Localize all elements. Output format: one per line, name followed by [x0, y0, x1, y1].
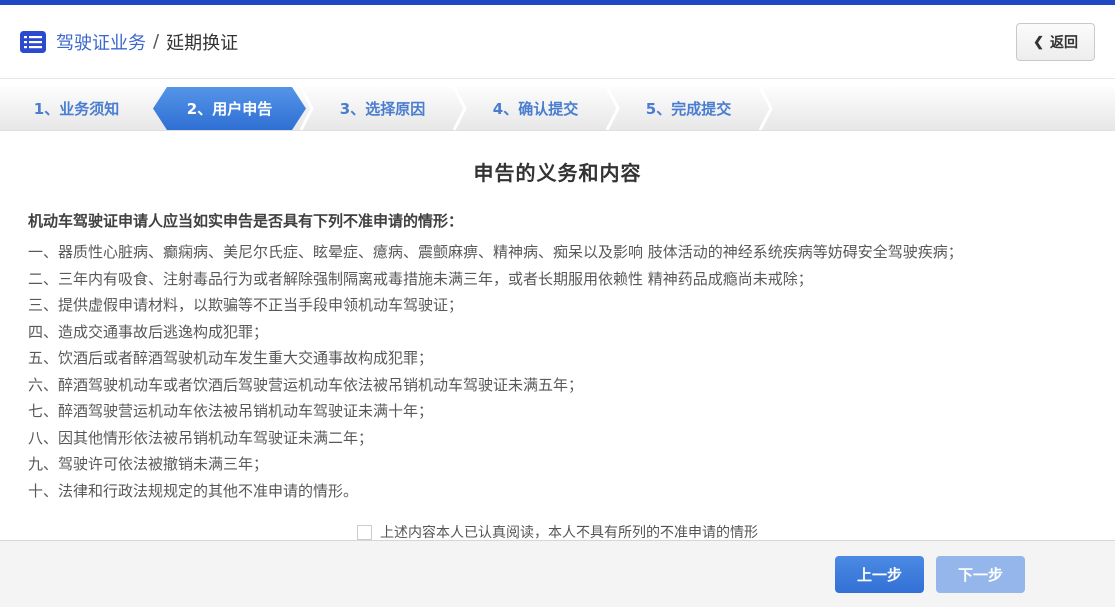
- rule-item-3: 三、提供虚假申请材料，以欺骗等不正当手段申领机动车驾驶证；: [28, 296, 464, 314]
- page-header: 驾驶证业务 / 延期换证 ❮ 返回: [0, 5, 1115, 79]
- step-separator-icon: [299, 87, 314, 130]
- step-separator-icon: [452, 87, 467, 130]
- step-label: 1、业务须知: [33, 100, 120, 118]
- rule-item-2: 二、三年内有吸食、注射毒品行为或者解除强制隔离戒毒措施未满三年，或者长期服用依赖…: [28, 269, 813, 288]
- step-4-confirm-submit: 4、确认提交: [452, 87, 612, 130]
- rule-item-4: 四、造成交通事故后逃逸构成犯罪；: [28, 322, 269, 341]
- declaration-intro: 机动车驾驶证申请人应当如实申告是否具有下列不准申请的情形：: [28, 212, 464, 230]
- back-button[interactable]: ❮ 返回: [1016, 22, 1095, 61]
- rule-list: 一、器质性心脏病、癫痫病、美尼尔氏症、眩晕症、癔病、震颤麻痹、精神病、痴呆以及影…: [28, 239, 1087, 504]
- rule-item-6: 六、醉酒驾驶机动车或者饮酒后驾驶营运机动车依法被吊销机动车驾驶证未满五年；: [28, 375, 584, 394]
- step-separator-icon: [758, 87, 773, 130]
- rule-item-9: 九、驾驶许可依法被撤销未满三年；: [28, 455, 269, 473]
- step-progress-bar: 1、业务须知 2、用户申告 3、选择原因 4、确认提交 5、完成提交: [0, 87, 1115, 131]
- step-5-finish-submit: 5、完成提交: [605, 87, 765, 130]
- rule-item-7: 七、醉酒驾驶营运机动车依法被吊销机动车驾驶证未满十年；: [28, 402, 434, 420]
- breadcrumb-business-link[interactable]: 驾驶证业务: [56, 29, 146, 55]
- breadcrumb-separator: /: [153, 31, 160, 52]
- rule-item-10: 十、法律和行政法规规定的其他不准申请的情形。: [28, 481, 359, 500]
- rule-item-5: 五、饮酒后或者醉酒驾驶机动车发生重大交通事故构成犯罪；: [28, 349, 434, 367]
- footer-action-bar: 上一步 下一步: [0, 540, 1115, 607]
- step-1-business-notice: 1、业务须知: [0, 87, 153, 130]
- breadcrumb-current: 延期换证: [166, 32, 239, 54]
- back-button-label: 返回: [1050, 33, 1078, 50]
- declaration-content: 申告的义务和内容 机动车驾驶证申请人应当如实申告是否具有下列不准申请的情形： 一…: [0, 157, 1115, 542]
- declaration-checkbox[interactable]: [357, 524, 372, 540]
- breadcrumb: 驾驶证业务 / 延期换证: [56, 29, 238, 55]
- confirm-row: 上述内容本人已认真阅读，本人不具有所列的不准申请的情形: [28, 522, 1087, 542]
- step-3-select-reason: 3、选择原因: [299, 87, 459, 130]
- step-label: 2、用户申告: [186, 100, 273, 118]
- step-label: 5、完成提交: [645, 100, 732, 118]
- rule-item-1: 一、器质性心脏病、癫痫病、美尼尔氏症、眩晕症、癔病、震颤麻痹、精神病、痴呆以及影…: [28, 243, 963, 261]
- page-title: 申告的义务和内容: [473, 161, 642, 185]
- step-separator-icon: [605, 87, 620, 130]
- step-2-user-declaration: 2、用户申告: [153, 87, 306, 130]
- step-label: 3、选择原因: [339, 100, 426, 118]
- declaration-checkbox-label[interactable]: 上述内容本人已认真阅读，本人不具有所列的不准申请的情形: [380, 522, 758, 542]
- previous-step-button[interactable]: 上一步: [834, 555, 924, 593]
- step-label: 4、确认提交: [492, 100, 579, 118]
- license-list-icon: [20, 30, 46, 53]
- step-bar-filler: [758, 87, 1115, 130]
- chevron-left-icon: ❮: [1033, 33, 1044, 49]
- rule-item-8: 八、因其他情形依法被吊销机动车驾驶证未满二年；: [28, 428, 374, 447]
- next-step-button[interactable]: 下一步: [935, 555, 1025, 593]
